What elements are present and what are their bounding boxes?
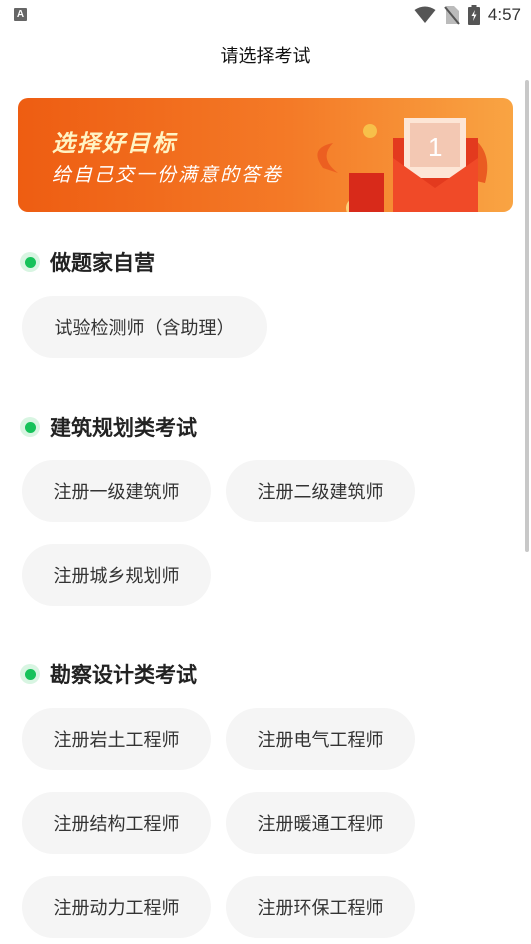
envelope-number: 1 — [428, 132, 442, 162]
section-header: 做题家自营 — [20, 247, 155, 277]
exam-chip[interactable]: 注册环保工程师 — [226, 876, 415, 938]
battery-icon — [467, 5, 480, 25]
promo-banner[interactable]: 选择好目标 给自己交一份满意的答卷 1 — [18, 98, 513, 212]
exam-chip[interactable]: 注册岩土工程师 — [22, 708, 211, 770]
bullet-dot-icon — [20, 664, 40, 684]
exam-chip[interactable]: 注册动力工程师 — [22, 876, 211, 938]
section-header: 勘察设计类考试 — [20, 659, 197, 689]
section-title: 勘察设计类考试 — [50, 663, 197, 687]
status-bar: A 4:57 — [0, 0, 531, 30]
envelope-illustration: 1 — [317, 118, 488, 212]
clock: 4:57 — [487, 5, 521, 24]
exam-chip[interactable]: 注册电气工程师 — [226, 708, 415, 770]
scrollbar[interactable] — [525, 80, 529, 552]
section-header: 建筑规划类考试 — [20, 412, 197, 442]
exam-chip[interactable]: 注册暖通工程师 — [226, 792, 415, 854]
exam-chip[interactable]: 注册一级建筑师 — [22, 460, 211, 522]
notification-icon: A — [14, 8, 27, 21]
no-sim-icon — [444, 6, 460, 25]
page-title: 请选择考试 — [220, 46, 311, 67]
wifi-icon — [414, 6, 436, 23]
status-icons: 4:57 — [414, 3, 521, 27]
exam-chip[interactable]: 注册城乡规划师 — [22, 544, 211, 606]
section-title: 建筑规划类考试 — [50, 416, 197, 440]
bullet-dot-icon — [20, 252, 40, 272]
exam-chip[interactable]: 注册二级建筑师 — [226, 460, 415, 522]
app-bar: 请选择考试 — [0, 30, 531, 76]
section-title: 做题家自营 — [50, 251, 155, 275]
exam-chip[interactable]: 注册结构工程师 — [22, 792, 211, 854]
banner-title: 选择好目标 — [52, 131, 177, 157]
bullet-dot-icon — [20, 417, 40, 437]
banner-subtitle: 给自己交一份满意的答卷 — [52, 164, 284, 186]
exam-chip[interactable]: 试验检测师（含助理） — [22, 296, 267, 358]
